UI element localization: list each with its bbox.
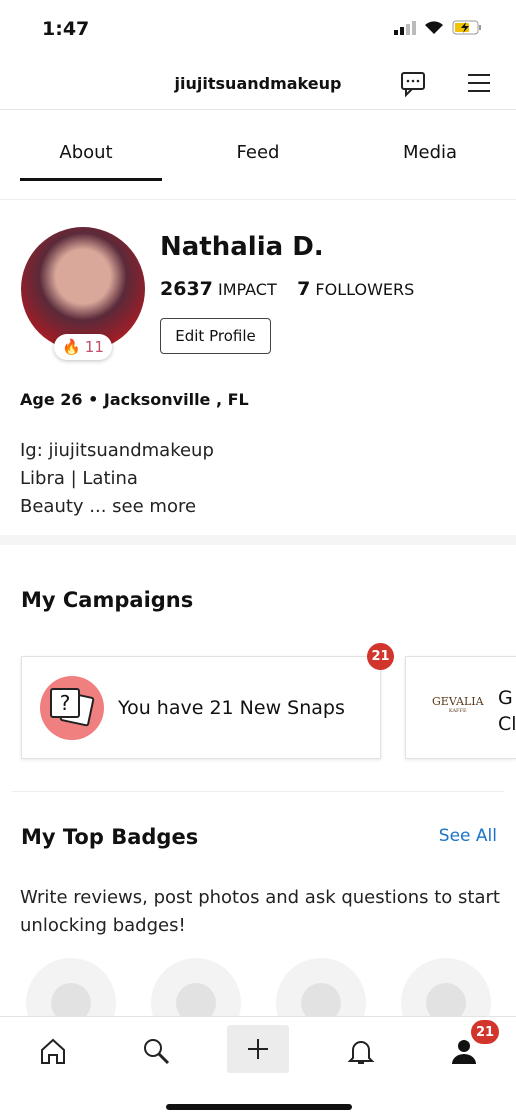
status-bar: 1:47 <box>0 0 516 58</box>
menu-icon[interactable] <box>466 70 492 96</box>
wifi-icon <box>425 21 443 34</box>
bell-icon <box>347 1041 375 1064</box>
profile-location: Age 26 • Jacksonville , FL <box>20 390 249 409</box>
tab-about[interactable]: About <box>0 110 172 199</box>
badges-title: My Top Badges <box>21 825 199 849</box>
search-icon <box>144 1039 170 1065</box>
badges-hint: Write reviews, post photos and ask quest… <box>20 887 500 936</box>
chat-icon[interactable] <box>398 68 430 100</box>
streak-count: 11 <box>84 338 104 356</box>
header: jiujitsuandmakeup <box>0 58 516 110</box>
edit-profile-button[interactable]: Edit Profile <box>160 318 271 354</box>
impact-label: IMPACT <box>217 280 277 299</box>
nav-home[interactable] <box>33 1031 73 1071</box>
tab-media[interactable]: Media <box>344 110 516 199</box>
profile-notification-badge: 21 <box>471 1020 499 1044</box>
nav-add-button[interactable] <box>227 1025 289 1073</box>
divider <box>12 791 504 792</box>
plus-icon <box>248 1039 268 1059</box>
snaps-badge: 21 <box>367 643 394 670</box>
impact-count: 2637 <box>160 278 213 300</box>
bio-line: Ig: jiujitsuandmakeup <box>20 440 214 461</box>
battery-icon <box>452 20 481 35</box>
question-cards-icon: ? <box>40 676 104 740</box>
flame-icon: 🔥 <box>62 338 81 356</box>
divider <box>0 535 516 545</box>
avatar[interactable] <box>21 227 145 351</box>
snaps-card[interactable]: ? You have 21 New Snaps <box>21 656 381 759</box>
status-time: 1:47 <box>42 18 90 40</box>
followers-count[interactable]: 7 <box>297 278 310 300</box>
home-indicator <box>166 1104 352 1110</box>
tab-feed[interactable]: Feed <box>172 110 344 199</box>
nav-notifications[interactable] <box>341 1031 381 1071</box>
bio-line: Libra | Latina <box>20 468 138 489</box>
snaps-text: You have 21 New Snaps <box>118 697 345 719</box>
status-icons <box>394 20 482 35</box>
profile-tabs: About Feed Media <box>0 110 516 200</box>
streak-badge: 🔥 11 <box>54 334 112 360</box>
home-icon <box>41 1038 65 1064</box>
gevalia-logo: GEVALIA KAFFE <box>432 695 484 714</box>
campaign-card-gevalia[interactable]: GEVALIA KAFFE G Cl <box>405 656 516 759</box>
see-all-link[interactable]: See All <box>439 826 497 846</box>
profile-name: Nathalia D. <box>160 232 324 262</box>
signal-icon <box>394 20 416 35</box>
followers-label[interactable]: FOLLOWERS <box>315 280 414 299</box>
profile-bio: Ig: jiujitsuandmakeup Libra | Latina Bea… <box>20 437 214 521</box>
page-title: jiujitsuandmakeup <box>174 74 342 93</box>
campaigns-title: My Campaigns <box>21 588 194 612</box>
nav-search[interactable] <box>136 1031 176 1071</box>
campaign-title: G Cl <box>498 687 516 735</box>
bio-see-more[interactable]: Beauty ... see more <box>20 493 214 521</box>
profile-stats: 2637 IMPACT 7 FOLLOWERS <box>160 278 414 300</box>
